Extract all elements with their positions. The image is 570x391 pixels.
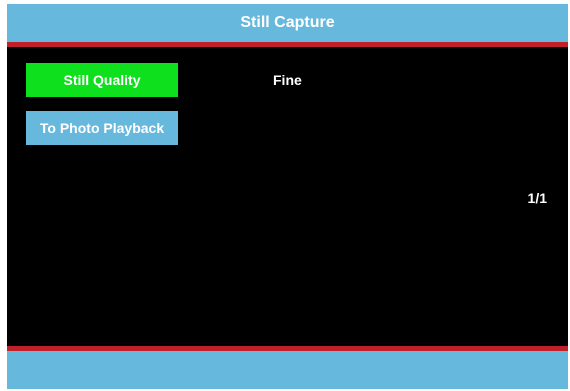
screen-title: Still Capture <box>7 4 568 42</box>
menu-item-still-quality[interactable]: Still Quality <box>26 63 178 97</box>
bottom-bar <box>7 351 568 389</box>
menu-screen: Still Capture Still Quality To Photo Pla… <box>7 4 568 389</box>
page-indicator: 1/1 <box>527 190 547 206</box>
menu-item-to-photo-playback[interactable]: To Photo Playback <box>26 111 178 145</box>
setting-value: Fine <box>273 72 302 88</box>
top-divider <box>7 42 568 47</box>
